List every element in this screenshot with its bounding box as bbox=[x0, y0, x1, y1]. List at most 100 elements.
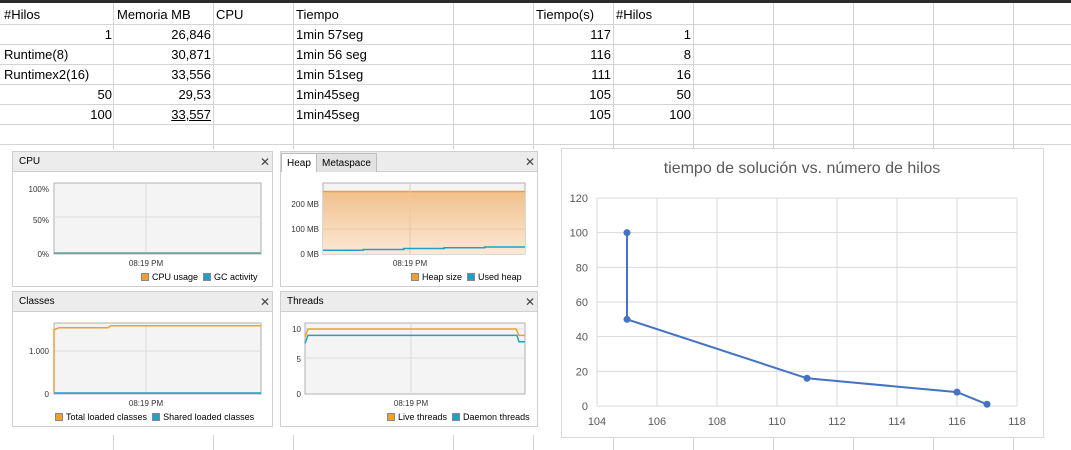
y-tick-label: 100 bbox=[570, 228, 588, 240]
y-tick-label: 120 bbox=[570, 193, 588, 205]
used-heap-legend: Used heap bbox=[478, 272, 522, 282]
cell-hilos-2[interactable]: 8 bbox=[614, 45, 691, 65]
data-point bbox=[623, 229, 631, 237]
cpu-tick-100: 100% bbox=[29, 185, 49, 194]
cell-hilos[interactable]: 100 bbox=[0, 105, 112, 125]
cell-tiempo[interactable]: 1min45seg bbox=[296, 85, 360, 105]
x-tick-label: 110 bbox=[768, 416, 786, 428]
cpu-tick-50: 50% bbox=[33, 216, 49, 225]
daemon-threads-legend: Daemon threads bbox=[463, 412, 530, 422]
monitor-panel: CPU ✕ 100% 50% 0% 08:19 PM CPU usage GC … bbox=[12, 149, 539, 435]
classes-graph: 1.000 0 08:19 PM bbox=[29, 322, 262, 408]
heap-tick-100: 100 MB bbox=[291, 225, 319, 234]
cell-tiempo[interactable]: 1min45seg bbox=[296, 105, 360, 125]
y-tick-label: 20 bbox=[576, 366, 588, 378]
threads-tick-10: 10 bbox=[292, 325, 301, 334]
cell-hilos-2[interactable]: 16 bbox=[614, 65, 691, 85]
y-tick-label: 40 bbox=[576, 332, 588, 344]
header-hilos-2[interactable]: #Hilos bbox=[616, 5, 652, 25]
cpu-pane-title: CPU bbox=[13, 152, 272, 172]
cell-hilos-2[interactable]: 100 bbox=[614, 105, 691, 125]
cell-tiempo-s[interactable]: 111 bbox=[534, 65, 611, 85]
total-classes-legend: Total loaded classes bbox=[66, 412, 148, 422]
used-heap-swatch bbox=[467, 273, 476, 281]
classes-close-icon[interactable]: ✕ bbox=[260, 292, 270, 312]
data-point bbox=[953, 388, 961, 396]
total-classes-swatch bbox=[55, 413, 63, 421]
cpu-usage-swatch bbox=[141, 273, 149, 281]
gc-activity-legend: GC activity bbox=[214, 272, 258, 282]
cpu-close-icon[interactable]: ✕ bbox=[260, 152, 270, 172]
heap-pane: Heap Metaspace ✕ 200 MB 100 MB 0 MB 08:1… bbox=[280, 151, 538, 287]
header-memoria[interactable]: Memoria MB bbox=[117, 5, 191, 25]
x-tick-label: 106 bbox=[648, 416, 666, 428]
cell-tiempo-s[interactable]: 105 bbox=[534, 85, 611, 105]
x-tick-label: 108 bbox=[708, 416, 726, 428]
gc-activity-swatch bbox=[203, 273, 212, 281]
threads-legend: Live threads Daemon threads bbox=[387, 412, 530, 423]
threads-tick-5: 5 bbox=[297, 355, 302, 364]
cpu-time-label: 08:19 PM bbox=[129, 259, 164, 268]
heap-time-label: 08:19 PM bbox=[393, 259, 428, 268]
daemon-threads-swatch bbox=[452, 413, 461, 421]
cell-hilos[interactable]: Runtimex2(16) bbox=[4, 65, 89, 85]
cell-hilos[interactable]: 50 bbox=[0, 85, 112, 105]
scatter-plot: 0 20 40 60 80 100 120 104 106 108 110 112 114 116 118 bbox=[570, 193, 1026, 428]
y-tick-label: 0 bbox=[582, 401, 588, 413]
heap-legend: Heap size Used heap bbox=[411, 272, 522, 283]
cell-tiempo[interactable]: 1min 57seg bbox=[296, 25, 363, 45]
cell-tiempo-s[interactable]: 117 bbox=[534, 25, 611, 45]
heap-graph: 200 MB 100 MB 0 MB 08:19 PM bbox=[291, 182, 526, 268]
cell-hilos-2[interactable]: 1 bbox=[614, 25, 691, 45]
threads-close-icon[interactable]: ✕ bbox=[525, 292, 535, 312]
heap-size-area bbox=[323, 191, 525, 254]
data-point bbox=[803, 374, 811, 382]
cell-hilos[interactable]: 1 bbox=[0, 25, 112, 45]
threads-time-label: 08:19 PM bbox=[394, 399, 429, 408]
y-tick-label: 60 bbox=[576, 297, 588, 309]
data-point bbox=[623, 315, 631, 323]
cell-memoria[interactable]: 33,557 bbox=[114, 105, 211, 125]
cell-hilos[interactable]: Runtime(8) bbox=[4, 45, 68, 65]
cell-memoria[interactable]: 33,556 bbox=[114, 65, 211, 85]
x-tick-label: 104 bbox=[588, 416, 606, 428]
cell-memoria[interactable]: 29,53 bbox=[114, 85, 211, 105]
heap-size-swatch bbox=[411, 273, 419, 281]
cell-tiempo[interactable]: 1min 56 seg bbox=[296, 45, 367, 65]
classes-tick-0: 0 bbox=[45, 390, 50, 399]
tab-metaspace[interactable]: Metaspace bbox=[316, 153, 377, 172]
threads-pane: Threads ✕ 10 5 0 08:19 PM Live threads D… bbox=[280, 291, 538, 427]
cpu-graph: 100% 50% 0% 08:19 PM bbox=[29, 182, 262, 268]
classes-tick-1000: 1.000 bbox=[29, 347, 50, 356]
live-threads-legend: Live threads bbox=[398, 412, 448, 422]
heap-size-legend: Heap size bbox=[422, 272, 463, 282]
cpu-usage-legend: CPU usage bbox=[152, 272, 199, 282]
cell-memoria[interactable]: 26,846 bbox=[114, 25, 211, 45]
x-tick-label: 118 bbox=[1008, 416, 1026, 428]
cell-memoria[interactable]: 30,871 bbox=[114, 45, 211, 65]
cpu-tick-0: 0% bbox=[37, 250, 49, 259]
header-cpu[interactable]: CPU bbox=[216, 5, 243, 25]
header-tiempo-s[interactable]: Tiempo(s) bbox=[536, 5, 594, 25]
cpu-legend: CPU usage GC activity bbox=[141, 272, 258, 283]
row-gridline bbox=[0, 144, 1071, 145]
shared-classes-swatch bbox=[152, 413, 161, 421]
x-tick-label: 112 bbox=[828, 416, 846, 428]
live-threads-swatch bbox=[387, 413, 395, 421]
cpu-pane: CPU ✕ 100% 50% 0% 08:19 PM CPU usage GC … bbox=[12, 151, 273, 287]
y-tick-label: 80 bbox=[576, 262, 588, 274]
heap-close-icon[interactable]: ✕ bbox=[525, 152, 535, 172]
cell-hilos-2[interactable]: 50 bbox=[614, 85, 691, 105]
cell-tiempo[interactable]: 1min 51seg bbox=[296, 65, 363, 85]
shared-classes-legend: Shared loaded classes bbox=[163, 412, 255, 422]
header-tiempo[interactable]: Tiempo bbox=[296, 5, 339, 25]
window-top-border bbox=[0, 0, 1071, 3]
heap-tick-0: 0 MB bbox=[300, 250, 319, 259]
cell-tiempo-s[interactable]: 105 bbox=[534, 105, 611, 125]
tab-heap[interactable]: Heap bbox=[281, 153, 317, 172]
threads-tick-0: 0 bbox=[297, 390, 302, 399]
header-hilos[interactable]: #Hilos bbox=[4, 5, 40, 25]
data-point bbox=[983, 400, 991, 408]
x-tick-label: 116 bbox=[948, 416, 966, 428]
cell-tiempo-s[interactable]: 116 bbox=[534, 45, 611, 65]
